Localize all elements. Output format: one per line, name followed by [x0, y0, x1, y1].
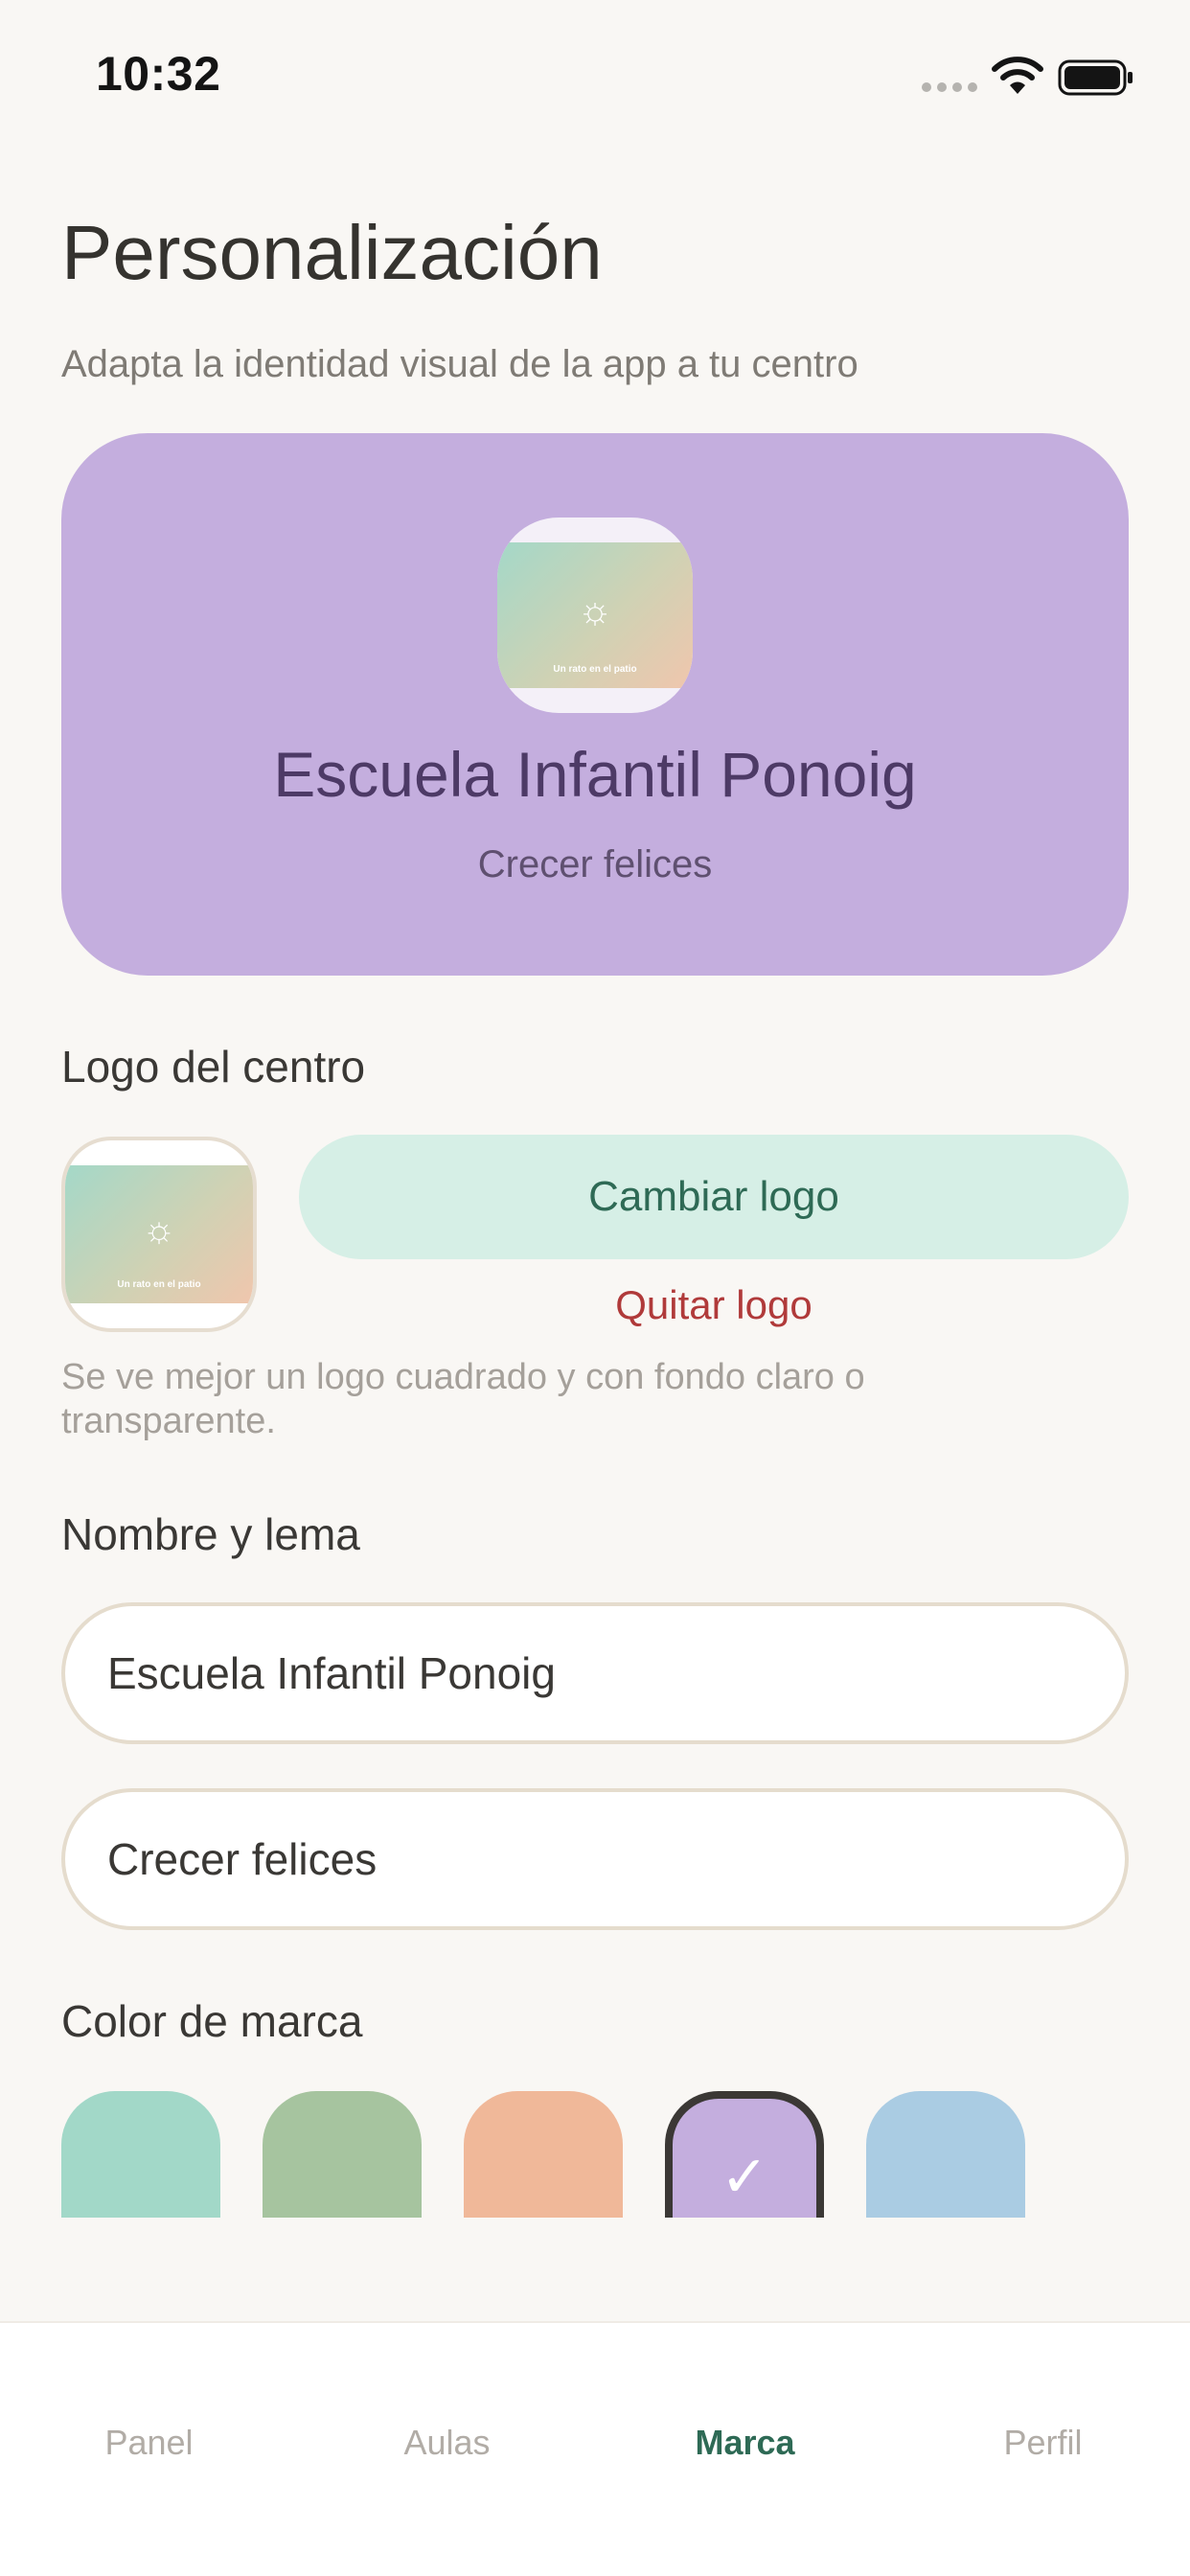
logo-section-label: Logo del centro	[61, 1042, 366, 1092]
logo-caption: Un rato en el patio	[553, 664, 637, 675]
tab-perfil[interactable]: Perfil	[894, 2423, 1190, 2463]
tab-panel[interactable]: Panel	[0, 2423, 298, 2463]
remove-logo-button[interactable]: Quitar logo	[299, 1282, 1129, 1328]
color-swatch-row: ✓	[61, 2091, 1129, 2218]
brand-preview-card: ☼ Un rato en el patio Escuela Infantil P…	[61, 433, 1129, 976]
color-section-label: Color de marca	[61, 1996, 363, 2046]
color-swatch[interactable]	[263, 2091, 422, 2218]
cellular-signal-icon	[922, 82, 977, 92]
bottom-tab-bar: Panel Aulas Marca Perfil	[0, 2321, 1190, 2576]
logo-image: ☼ Un rato en el patio	[65, 1165, 253, 1303]
tab-aulas[interactable]: Aulas	[298, 2423, 596, 2463]
preview-school-name: Escuela Infantil Ponoig	[273, 739, 917, 810]
battery-icon	[1058, 59, 1133, 96]
preview-slogan: Crecer felices	[477, 843, 713, 886]
school-name-input[interactable]	[61, 1602, 1129, 1744]
change-logo-button[interactable]: Cambiar logo	[299, 1135, 1129, 1259]
logo-thumbnail: ☼ Un rato en el patio	[61, 1137, 257, 1332]
logo-caption: Un rato en el patio	[117, 1279, 201, 1290]
logo-hint: Se ve mejor un logo cuadrado y con fondo…	[61, 1357, 865, 1441]
tab-marca[interactable]: Marca	[596, 2423, 894, 2463]
logo-image: ☼ Un rato en el patio	[497, 542, 693, 688]
name-section-label: Nombre y lema	[61, 1509, 360, 1559]
color-swatch[interactable]	[866, 2091, 1025, 2218]
status-bar: 10:32	[0, 0, 1190, 144]
slogan-input[interactable]	[61, 1788, 1129, 1930]
sun-icon: ☼	[577, 589, 613, 632]
sun-icon: ☼	[142, 1209, 176, 1251]
check-icon: ✓	[720, 2145, 769, 2209]
color-swatch[interactable]	[61, 2091, 220, 2218]
page-title: Personalización	[61, 210, 603, 295]
wifi-icon	[992, 57, 1043, 94]
page-subtitle: Adapta la identidad visual de la app a t…	[61, 343, 858, 385]
color-swatch[interactable]: ✓	[665, 2091, 824, 2218]
preview-logo: ☼ Un rato en el patio	[497, 518, 693, 713]
color-swatch[interactable]	[464, 2091, 623, 2218]
status-time: 10:32	[96, 47, 221, 101]
